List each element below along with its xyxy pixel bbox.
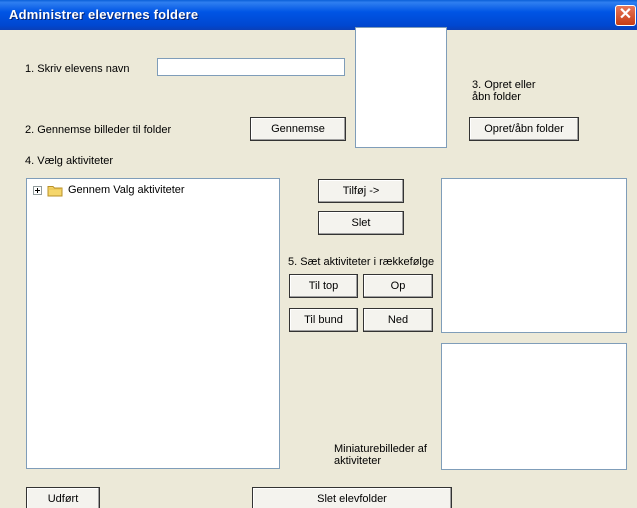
step4-label: 4. Vælg aktiviteter <box>25 155 114 167</box>
thumbnails-label-line2: aktiviteter <box>334 455 382 467</box>
step3-label-line1: 3. Opret eller <box>472 79 536 91</box>
create-open-folder-button[interactable]: Opret/åbn folder <box>469 117 579 141</box>
student-name-input[interactable] <box>157 58 345 76</box>
to-top-button[interactable]: Til top <box>289 274 358 298</box>
folder-icon <box>47 186 63 197</box>
step5-label: 5. Sæt aktiviteter i rækkefølge <box>288 256 435 268</box>
step3-label-line2: åbn folder <box>472 91 521 103</box>
selected-activities-list[interactable] <box>441 178 627 333</box>
step2-label: 2. Gennemse billeder til folder <box>25 124 172 136</box>
delete-button[interactable]: Slet <box>318 211 404 235</box>
title-bar[interactable]: Administrer elevernes foldere ✕ <box>0 0 637 30</box>
close-button[interactable]: ✕ <box>615 5 636 26</box>
add-button[interactable]: Tilføj -> <box>318 179 404 203</box>
window-title: Administrer elevernes foldere <box>9 7 199 22</box>
picture-preview <box>355 27 447 148</box>
thumbnail-preview <box>441 343 627 470</box>
close-icon: ✕ <box>618 6 633 23</box>
delete-student-folder-button[interactable]: Slet elevfolder <box>252 487 452 508</box>
activities-tree[interactable]: Gennem Valg aktiviteter <box>26 178 280 469</box>
to-bottom-button[interactable]: Til bund <box>289 308 358 332</box>
expand-plus-icon[interactable] <box>33 186 42 195</box>
tree-node-label: Gennem Valg aktiviteter <box>68 184 185 196</box>
thumbnails-label-line1: Miniaturebilleder af <box>334 443 427 455</box>
done-button[interactable]: Udført <box>26 487 100 508</box>
browse-button[interactable]: Gennemse <box>250 117 346 141</box>
step1-label: 1. Skriv elevens navn <box>25 63 130 75</box>
app-window: Administrer elevernes foldere ✕ 1. Skriv… <box>0 0 637 508</box>
down-button[interactable]: Ned <box>363 308 433 332</box>
up-button[interactable]: Op <box>363 274 433 298</box>
